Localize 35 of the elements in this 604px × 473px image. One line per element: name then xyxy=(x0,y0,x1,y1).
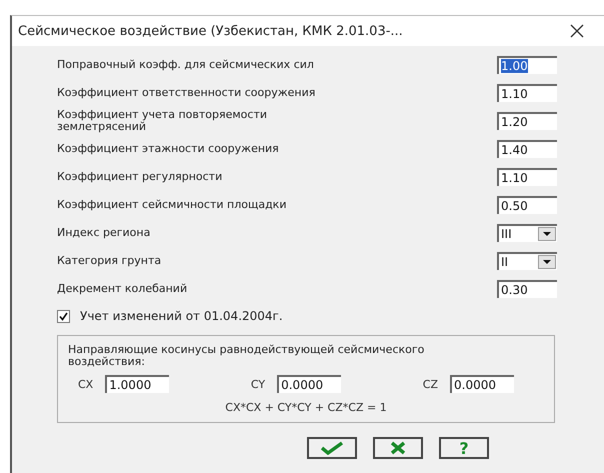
help-button[interactable]: ? xyxy=(439,437,489,460)
cross-icon xyxy=(389,441,407,456)
parameter-label: Коэффициент этажности сооружения xyxy=(57,143,279,155)
parameter-label: Поправочный коэфф. для сейсмических сил xyxy=(57,59,314,71)
dropdown[interactable]: III xyxy=(497,224,557,242)
input-field[interactable]: 0.50 xyxy=(497,196,557,214)
window-title: Сейсмическое воздействие (Узбекистан, КМК 2.01.03-... xyxy=(18,24,403,38)
close-icon[interactable] xyxy=(570,24,584,38)
parameter-label: Категория грунта xyxy=(57,255,162,267)
checkbox-label: Учет изменений от 01.04.2004г. xyxy=(80,309,283,323)
parameter-label: Коэффициент регулярности xyxy=(57,171,222,183)
input-field[interactable]: 1.10 xyxy=(497,168,557,186)
check-icon xyxy=(320,441,344,456)
input-field[interactable]: 1.00 xyxy=(497,56,557,74)
parameter-label: Коэффициент сейсмичности площадки xyxy=(57,199,286,211)
cosine-label: CX xyxy=(78,378,94,391)
input-field[interactable]: 1.10 xyxy=(497,84,557,102)
cancel-button[interactable] xyxy=(373,437,423,460)
dropdown[interactable]: II xyxy=(497,252,557,270)
parameter-label: Индекс региона xyxy=(57,227,150,239)
input-field[interactable]: 1.20 xyxy=(497,112,557,130)
cosine-label: CY xyxy=(250,378,266,391)
input-field[interactable]: 1.0000 xyxy=(105,375,170,394)
input-field[interactable]: 1.40 xyxy=(497,140,557,158)
input-field[interactable]: 0.0000 xyxy=(450,375,514,394)
ok-button[interactable] xyxy=(307,437,357,460)
group-title: Направляющие косинусы равнодействующей сейсмического воздействия: xyxy=(68,344,426,368)
parameter-label: Коэффициент ответственности сооружения xyxy=(57,87,316,99)
parameter-label: Коэффициент учета повторяемости землетрясений xyxy=(57,109,268,133)
checkbox[interactable] xyxy=(57,310,70,322)
parameter-label: Декремент колебаний xyxy=(57,283,188,295)
formula-text: CX*CX + CY*CY + CZ*CZ = 1 xyxy=(225,401,387,414)
input-field[interactable]: 0.0000 xyxy=(277,375,342,394)
input-field[interactable]: 0.30 xyxy=(497,280,557,298)
cosine-label: CZ xyxy=(422,378,438,391)
